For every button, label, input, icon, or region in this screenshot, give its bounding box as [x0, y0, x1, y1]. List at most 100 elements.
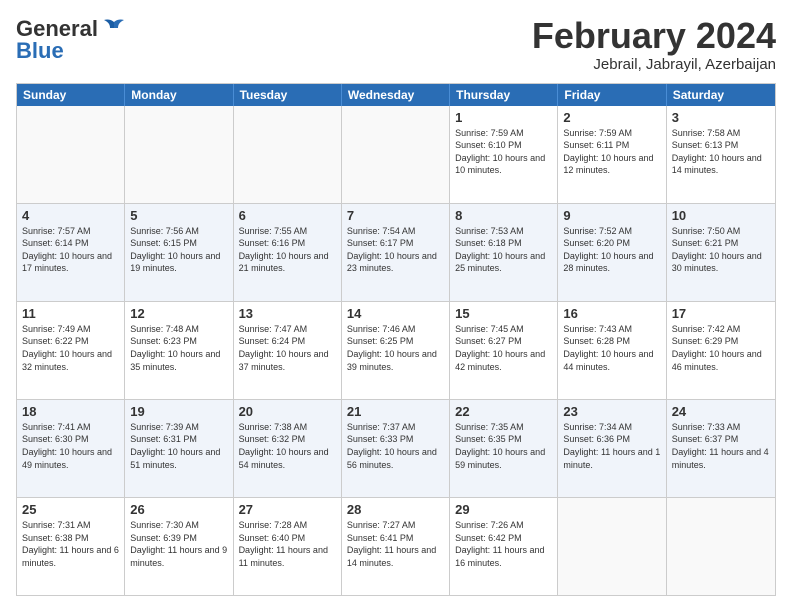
calendar-week-4: 18 Sunrise: 7:41 AMSunset: 6:30 PMDayligh…: [17, 399, 775, 497]
day-number: 24: [672, 404, 770, 419]
header-saturday: Saturday: [667, 84, 775, 106]
logo-bird-icon: [100, 18, 128, 40]
calendar-cell: 20 Sunrise: 7:38 AMSunset: 6:32 PMDayligh…: [234, 400, 342, 497]
calendar-cell: 12 Sunrise: 7:48 AMSunset: 6:23 PMDayligh…: [125, 302, 233, 399]
calendar-header: Sunday Monday Tuesday Wednesday Thursday…: [17, 84, 775, 106]
day-number: 25: [22, 502, 119, 517]
day-info: Sunrise: 7:53 AMSunset: 6:18 PMDaylight:…: [455, 225, 552, 275]
calendar-cell: 3 Sunrise: 7:58 AMSunset: 6:13 PMDaylight…: [667, 106, 775, 203]
calendar-week-2: 4 Sunrise: 7:57 AMSunset: 6:14 PMDaylight…: [17, 203, 775, 301]
day-info: Sunrise: 7:26 AMSunset: 6:42 PMDaylight:…: [455, 519, 552, 569]
day-info: Sunrise: 7:41 AMSunset: 6:30 PMDaylight:…: [22, 421, 119, 471]
day-info: Sunrise: 7:59 AMSunset: 6:11 PMDaylight:…: [563, 127, 660, 177]
day-info: Sunrise: 7:49 AMSunset: 6:22 PMDaylight:…: [22, 323, 119, 373]
calendar-cell: [558, 498, 666, 595]
calendar-cell: 2Sunrise: 7:59 AMSunset: 6:11 PMDaylight…: [558, 106, 666, 203]
calendar-cell: [342, 106, 450, 203]
day-number: 1: [455, 110, 552, 125]
day-number: 20: [239, 404, 336, 419]
day-number: 23: [563, 404, 660, 419]
header-sunday: Sunday: [17, 84, 125, 106]
day-number: 13: [239, 306, 336, 321]
day-number: 28: [347, 502, 444, 517]
calendar-cell: [667, 498, 775, 595]
calendar-cell: 19 Sunrise: 7:39 AMSunset: 6:31 PMDayligh…: [125, 400, 233, 497]
day-info: Sunrise: 7:39 AMSunset: 6:31 PMDaylight:…: [130, 421, 227, 471]
calendar-cell: 15Sunrise: 7:45 AMSunset: 6:27 PMDayligh…: [450, 302, 558, 399]
logo: General Blue: [16, 16, 128, 64]
day-info: Sunrise: 7:37 AMSunset: 6:33 PMDaylight:…: [347, 421, 444, 471]
calendar-cell: 26 Sunrise: 7:30 AMSunset: 6:39 PMDayligh…: [125, 498, 233, 595]
day-number: 22: [455, 404, 552, 419]
month-title: February 2024: [532, 16, 776, 56]
calendar-cell: 14 Sunrise: 7:46 AMSunset: 6:25 PMDayligh…: [342, 302, 450, 399]
day-info: Sunrise: 7:54 AMSunset: 6:17 PMDaylight:…: [347, 225, 444, 275]
day-number: 5: [130, 208, 227, 223]
day-info: Sunrise: 7:48 AMSunset: 6:23 PMDaylight:…: [130, 323, 227, 373]
calendar-cell: 27 Sunrise: 7:28 AMSunset: 6:40 PMDayligh…: [234, 498, 342, 595]
calendar-cell: 29 Sunrise: 7:26 AMSunset: 6:42 PMDayligh…: [450, 498, 558, 595]
day-info: Sunrise: 7:43 AMSunset: 6:28 PMDaylight:…: [563, 323, 660, 373]
day-number: 8: [455, 208, 552, 223]
calendar-week-1: 1 Sunrise: 7:59 AMSunset: 6:10 PMDaylight…: [17, 106, 775, 203]
calendar-cell: 7 Sunrise: 7:54 AMSunset: 6:17 PMDaylight…: [342, 204, 450, 301]
calendar-cell: 28Sunrise: 7:27 AMSunset: 6:41 PMDayligh…: [342, 498, 450, 595]
day-number: 29: [455, 502, 552, 517]
calendar-cell: [125, 106, 233, 203]
day-info: Sunrise: 7:38 AMSunset: 6:32 PMDaylight:…: [239, 421, 336, 471]
day-number: 18: [22, 404, 119, 419]
day-number: 7: [347, 208, 444, 223]
day-number: 9: [563, 208, 660, 223]
day-number: 14: [347, 306, 444, 321]
day-info: Sunrise: 7:52 AMSunset: 6:20 PMDaylight:…: [563, 225, 660, 275]
day-info: Sunrise: 7:30 AMSunset: 6:39 PMDaylight:…: [130, 519, 227, 569]
calendar-cell: 4 Sunrise: 7:57 AMSunset: 6:14 PMDaylight…: [17, 204, 125, 301]
day-number: 12: [130, 306, 227, 321]
header-friday: Friday: [558, 84, 666, 106]
day-info: Sunrise: 7:59 AMSunset: 6:10 PMDaylight:…: [455, 127, 552, 177]
calendar-cell: 5 Sunrise: 7:56 AMSunset: 6:15 PMDaylight…: [125, 204, 233, 301]
title-block: February 2024 Jebrail, Jabrayil, Azerbai…: [532, 16, 776, 73]
day-info: Sunrise: 7:46 AMSunset: 6:25 PMDaylight:…: [347, 323, 444, 373]
page-header: General Blue February 2024 Jebrail, Jabr…: [16, 16, 776, 73]
day-number: 4: [22, 208, 119, 223]
calendar-body: 1 Sunrise: 7:59 AMSunset: 6:10 PMDaylight…: [17, 106, 775, 595]
day-number: 19: [130, 404, 227, 419]
day-info: Sunrise: 7:42 AMSunset: 6:29 PMDaylight:…: [672, 323, 770, 373]
calendar-cell: 16 Sunrise: 7:43 AMSunset: 6:28 PMDayligh…: [558, 302, 666, 399]
day-number: 17: [672, 306, 770, 321]
day-info: Sunrise: 7:31 AMSunset: 6:38 PMDaylight:…: [22, 519, 119, 569]
calendar-cell: 21 Sunrise: 7:37 AMSunset: 6:33 PMDayligh…: [342, 400, 450, 497]
calendar-cell: 11 Sunrise: 7:49 AMSunset: 6:22 PMDayligh…: [17, 302, 125, 399]
calendar-cell: 8 Sunrise: 7:53 AMSunset: 6:18 PMDaylight…: [450, 204, 558, 301]
calendar-cell: 10Sunrise: 7:50 AMSunset: 6:21 PMDayligh…: [667, 204, 775, 301]
header-tuesday: Tuesday: [234, 84, 342, 106]
day-info: Sunrise: 7:55 AMSunset: 6:16 PMDaylight:…: [239, 225, 336, 275]
day-number: 21: [347, 404, 444, 419]
calendar-cell: 22 Sunrise: 7:35 AMSunset: 6:35 PMDayligh…: [450, 400, 558, 497]
day-info: Sunrise: 7:28 AMSunset: 6:40 PMDaylight:…: [239, 519, 336, 569]
header-thursday: Thursday: [450, 84, 558, 106]
day-info: Sunrise: 7:58 AMSunset: 6:13 PMDaylight:…: [672, 127, 770, 177]
day-number: 15: [455, 306, 552, 321]
day-number: 27: [239, 502, 336, 517]
calendar-week-5: 25 Sunrise: 7:31 AMSunset: 6:38 PMDayligh…: [17, 497, 775, 595]
day-number: 10: [672, 208, 770, 223]
day-number: 6: [239, 208, 336, 223]
calendar-cell: [17, 106, 125, 203]
calendar-cell: [234, 106, 342, 203]
calendar-cell: 17 Sunrise: 7:42 AMSunset: 6:29 PMDayligh…: [667, 302, 775, 399]
day-number: 11: [22, 306, 119, 321]
day-number: 26: [130, 502, 227, 517]
calendar-cell: 23 Sunrise: 7:34 AMSunset: 6:36 PMDayligh…: [558, 400, 666, 497]
day-info: Sunrise: 7:56 AMSunset: 6:15 PMDaylight:…: [130, 225, 227, 275]
day-number: 3: [672, 110, 770, 125]
calendar-cell: 24 Sunrise: 7:33 AMSunset: 6:37 PMDayligh…: [667, 400, 775, 497]
day-info: Sunrise: 7:57 AMSunset: 6:14 PMDaylight:…: [22, 225, 119, 275]
day-info: Sunrise: 7:35 AMSunset: 6:35 PMDaylight:…: [455, 421, 552, 471]
day-info: Sunrise: 7:34 AMSunset: 6:36 PMDaylight:…: [563, 421, 660, 471]
day-info: Sunrise: 7:33 AMSunset: 6:37 PMDaylight:…: [672, 421, 770, 471]
day-number: 16: [563, 306, 660, 321]
calendar: Sunday Monday Tuesday Wednesday Thursday…: [16, 83, 776, 596]
calendar-cell: 13Sunrise: 7:47 AMSunset: 6:24 PMDayligh…: [234, 302, 342, 399]
